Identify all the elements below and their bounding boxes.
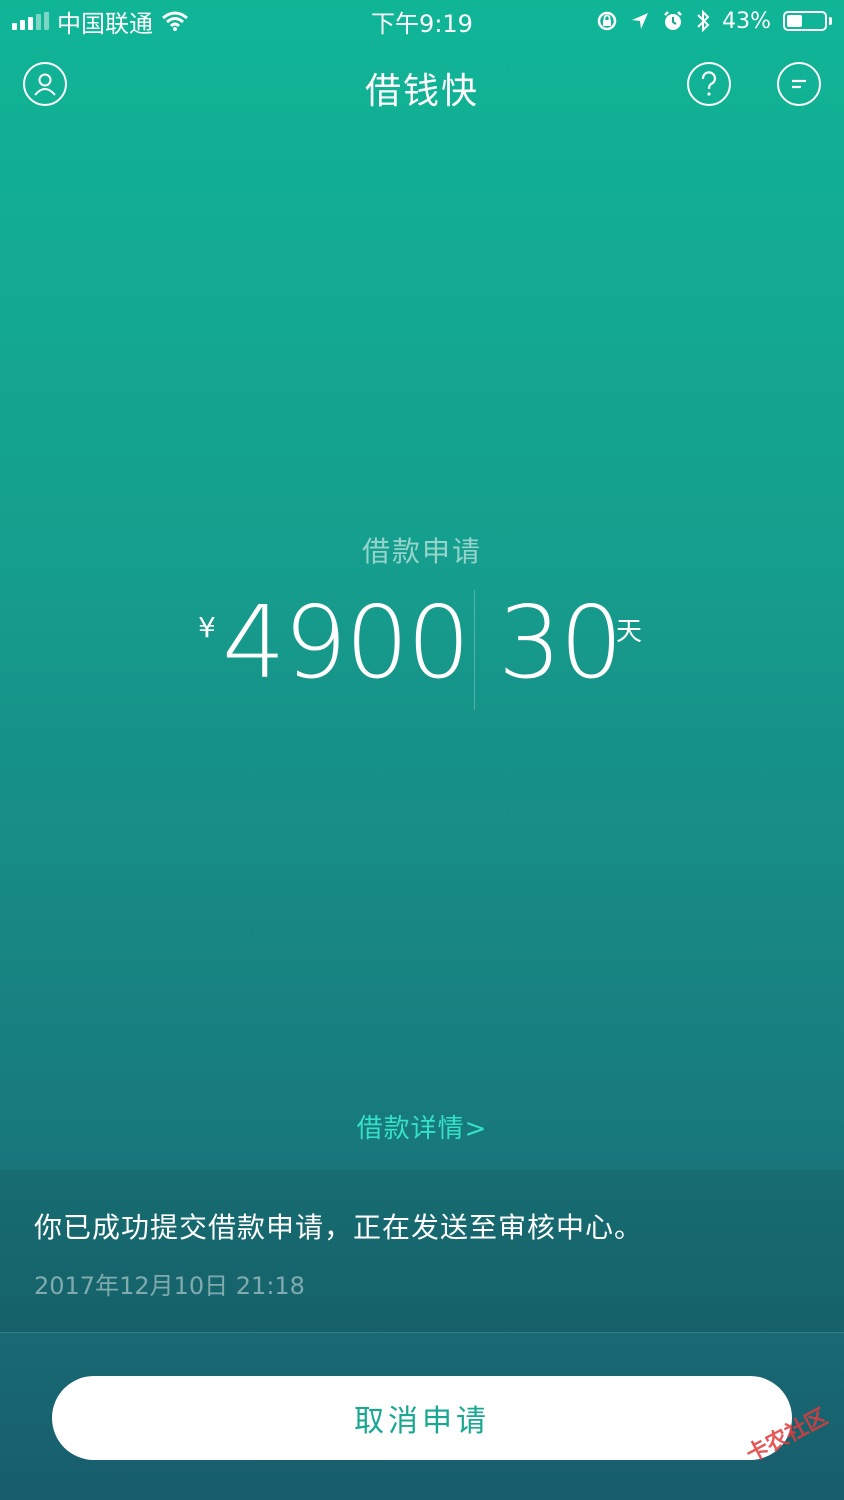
loan-amount: 4900	[222, 584, 470, 701]
status-message: 你已成功提交借款申请，正在发送至审核中心。	[34, 1211, 644, 1244]
status-message-panel: 你已成功提交借款申请，正在发送至审核中心。 2017年12月10日 21:18	[0, 1170, 844, 1333]
signal-icon	[12, 12, 49, 30]
help-icon	[701, 71, 717, 96]
status-left: 中国联通	[0, 4, 189, 39]
message-icon	[792, 79, 806, 89]
wifi-icon	[162, 11, 188, 31]
status-right: 43%	[596, 9, 844, 34]
days-unit: 天	[616, 617, 643, 647]
location-icon	[632, 13, 649, 29]
loan-values: ¥ 4900 30 天	[0, 585, 844, 715]
rotation-lock-icon	[597, 11, 617, 31]
status-bar: 中国联通 下午9:19 43%	[0, 0, 844, 42]
value-divider	[474, 590, 475, 710]
nav-bar: 借钱快	[0, 50, 844, 120]
cancel-application-button[interactable]: 取消申请	[52, 1376, 792, 1460]
battery-icon	[783, 11, 832, 31]
carrier-name: 中国联通	[57, 9, 153, 38]
battery-percent: 43%	[722, 8, 771, 34]
loan-details-link[interactable]: 借款详情>	[0, 1108, 844, 1145]
currency-symbol: ¥	[198, 611, 216, 644]
alarm-icon	[664, 11, 682, 30]
loan-days: 30	[498, 584, 623, 701]
loan-label: 借款申请	[361, 535, 482, 568]
status-timestamp: 2017年12月10日 21:18	[34, 1272, 305, 1300]
bluetooth-icon	[697, 9, 710, 33]
help-button[interactable]	[687, 62, 731, 106]
message-button[interactable]	[777, 62, 821, 106]
